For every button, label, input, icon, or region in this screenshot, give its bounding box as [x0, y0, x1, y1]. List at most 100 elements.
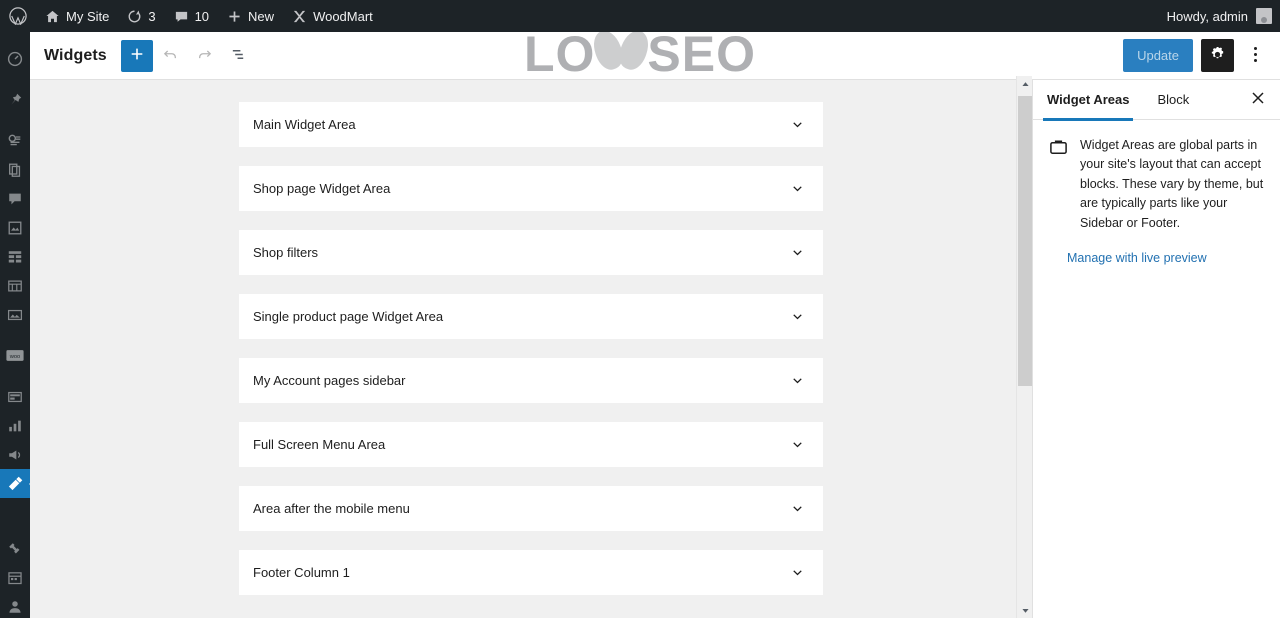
update-button[interactable]: Update [1123, 39, 1193, 72]
tab-widget-areas[interactable]: Widget Areas [1033, 80, 1143, 120]
adminmenu-spacer-5 [0, 498, 30, 510]
settings-button[interactable] [1201, 39, 1234, 72]
sidebar-item-layouts[interactable] [0, 271, 30, 300]
sidebar-item-marketing[interactable] [0, 440, 30, 469]
adminmenu-spacer-1 [0, 73, 30, 85]
sidebar-item-media[interactable] [0, 126, 30, 155]
adminmenu-spacer-4 [0, 370, 30, 382]
posts-pin-icon [7, 92, 23, 108]
widget-area-row[interactable]: Main Widget Area [239, 102, 823, 147]
close-sidebar-button[interactable] [1242, 84, 1274, 116]
wp-admin-bar: My Site 3 10 New WoodMart [0, 0, 1280, 32]
plugins-icon [7, 541, 23, 557]
chevron-down-icon[interactable] [785, 369, 809, 393]
scroll-up-icon[interactable] [1017, 76, 1033, 92]
sidebar-item-comments[interactable] [0, 184, 30, 213]
svg-text:woo: woo [9, 354, 21, 360]
widget-area-icon [1049, 136, 1068, 233]
woodmart-icon [292, 9, 307, 24]
updates-icon [127, 9, 142, 24]
chevron-down-icon[interactable] [785, 241, 809, 265]
scroll-down-icon[interactable] [1017, 602, 1033, 618]
adminbar-item-updates[interactable]: 3 [118, 0, 164, 32]
elements-icon [7, 389, 23, 405]
redo-button[interactable] [189, 40, 221, 72]
avatar [1256, 8, 1272, 24]
adminmenu-spacer-6 [0, 510, 30, 522]
close-icon [1251, 91, 1265, 108]
editor-header-actions: Update [1123, 39, 1280, 72]
adminbar-label-my-site: My Site [66, 9, 109, 24]
widget-area-row[interactable]: Shop filters [239, 230, 823, 275]
scrollbar-track[interactable] [1017, 92, 1033, 602]
chevron-down-icon[interactable] [785, 497, 809, 521]
sidebar-item-appearance[interactable] [0, 469, 30, 498]
editor-header: Widgets [30, 32, 1280, 80]
sidebar-item-portfolio[interactable] [0, 213, 30, 242]
sidebar-item-slider[interactable] [0, 300, 30, 329]
chevron-down-icon[interactable] [785, 433, 809, 457]
undo-icon [162, 46, 179, 66]
adminbar-item-woodmart[interactable]: WoodMart [283, 0, 382, 32]
sidebar-item-analytics[interactable] [0, 411, 30, 440]
list-view-icon [230, 46, 247, 66]
undo-button[interactable] [155, 40, 187, 72]
gear-icon [1209, 46, 1226, 66]
adminmenu-spacer-7 [0, 522, 30, 534]
chevron-down-icon[interactable] [785, 561, 809, 585]
sidebar-item-dashboard[interactable] [0, 44, 30, 73]
sidebar-item-plugins[interactable] [0, 534, 30, 563]
more-vertical-icon [1253, 45, 1258, 67]
comments-icon [7, 191, 23, 207]
widget-area-row[interactable]: Area after the mobile menu [239, 486, 823, 531]
manage-with-live-preview-link[interactable]: Manage with live preview [1067, 251, 1207, 265]
widget-area-row[interactable]: My Account pages sidebar [239, 358, 823, 403]
adminbar-item-my-site[interactable]: My Site [36, 0, 118, 32]
canvas-scrollbar[interactable] [1016, 76, 1032, 618]
widget-area-row[interactable]: Shop page Widget Area [239, 166, 823, 211]
adminbar-item-comments[interactable]: 10 [165, 0, 218, 32]
adminbar-label-updates: 3 [148, 9, 155, 24]
widget-area-row[interactable]: Full Screen Menu Area [239, 422, 823, 467]
slider-icon [7, 307, 23, 323]
editor-toolbar [121, 40, 255, 72]
home-icon [45, 9, 60, 24]
page-title: Widgets [30, 47, 121, 65]
adminmenu-spacer-top [0, 32, 30, 44]
editor-settings-sidebar: Widget Areas Block Widget Areas are glob… [1032, 80, 1280, 618]
layouts-icon [7, 278, 23, 294]
chevron-down-icon[interactable] [785, 113, 809, 137]
calendar-icon [7, 570, 23, 586]
widget-area-row[interactable]: Footer Column 1 [239, 550, 823, 595]
woodmart-icon: woo [6, 349, 24, 362]
sidebar-item-products[interactable] [0, 242, 30, 271]
chevron-down-icon[interactable] [785, 177, 809, 201]
sidebar-item-posts[interactable] [0, 85, 30, 114]
widget-area-label: Shop filters [253, 245, 318, 260]
widget-area-label: Full Screen Menu Area [253, 437, 385, 452]
adminmenu-spacer-2 [0, 114, 30, 126]
wordpress-icon [9, 7, 27, 25]
sidebar-item-pages[interactable] [0, 155, 30, 184]
chevron-down-icon[interactable] [785, 305, 809, 329]
scrollbar-thumb[interactable] [1018, 96, 1032, 386]
tab-block[interactable]: Block [1143, 80, 1203, 120]
adminbar-label-woodmart: WoodMart [313, 9, 373, 24]
sidebar-item-elements[interactable] [0, 382, 30, 411]
products-icon [7, 249, 23, 265]
list-view-button[interactable] [223, 40, 255, 72]
sidebar-item-users[interactable] [0, 592, 30, 618]
adminbar-account[interactable]: Howdy, admin [1167, 8, 1280, 24]
appearance-icon [7, 475, 24, 492]
adminbar-label-new: New [248, 9, 274, 24]
sidebar-item-events[interactable] [0, 563, 30, 592]
add-block-button[interactable] [121, 40, 153, 72]
analytics-icon [7, 418, 23, 434]
widget-area-row[interactable]: Single product page Widget Area [239, 294, 823, 339]
pages-icon [7, 162, 23, 178]
adminbar-item-new[interactable]: New [218, 0, 283, 32]
widget-area-label: Footer Column 1 [253, 565, 350, 580]
more-options-button[interactable] [1242, 39, 1268, 72]
wordpress-logo-button[interactable] [0, 0, 36, 32]
sidebar-item-woodmart[interactable]: woo [0, 341, 30, 370]
